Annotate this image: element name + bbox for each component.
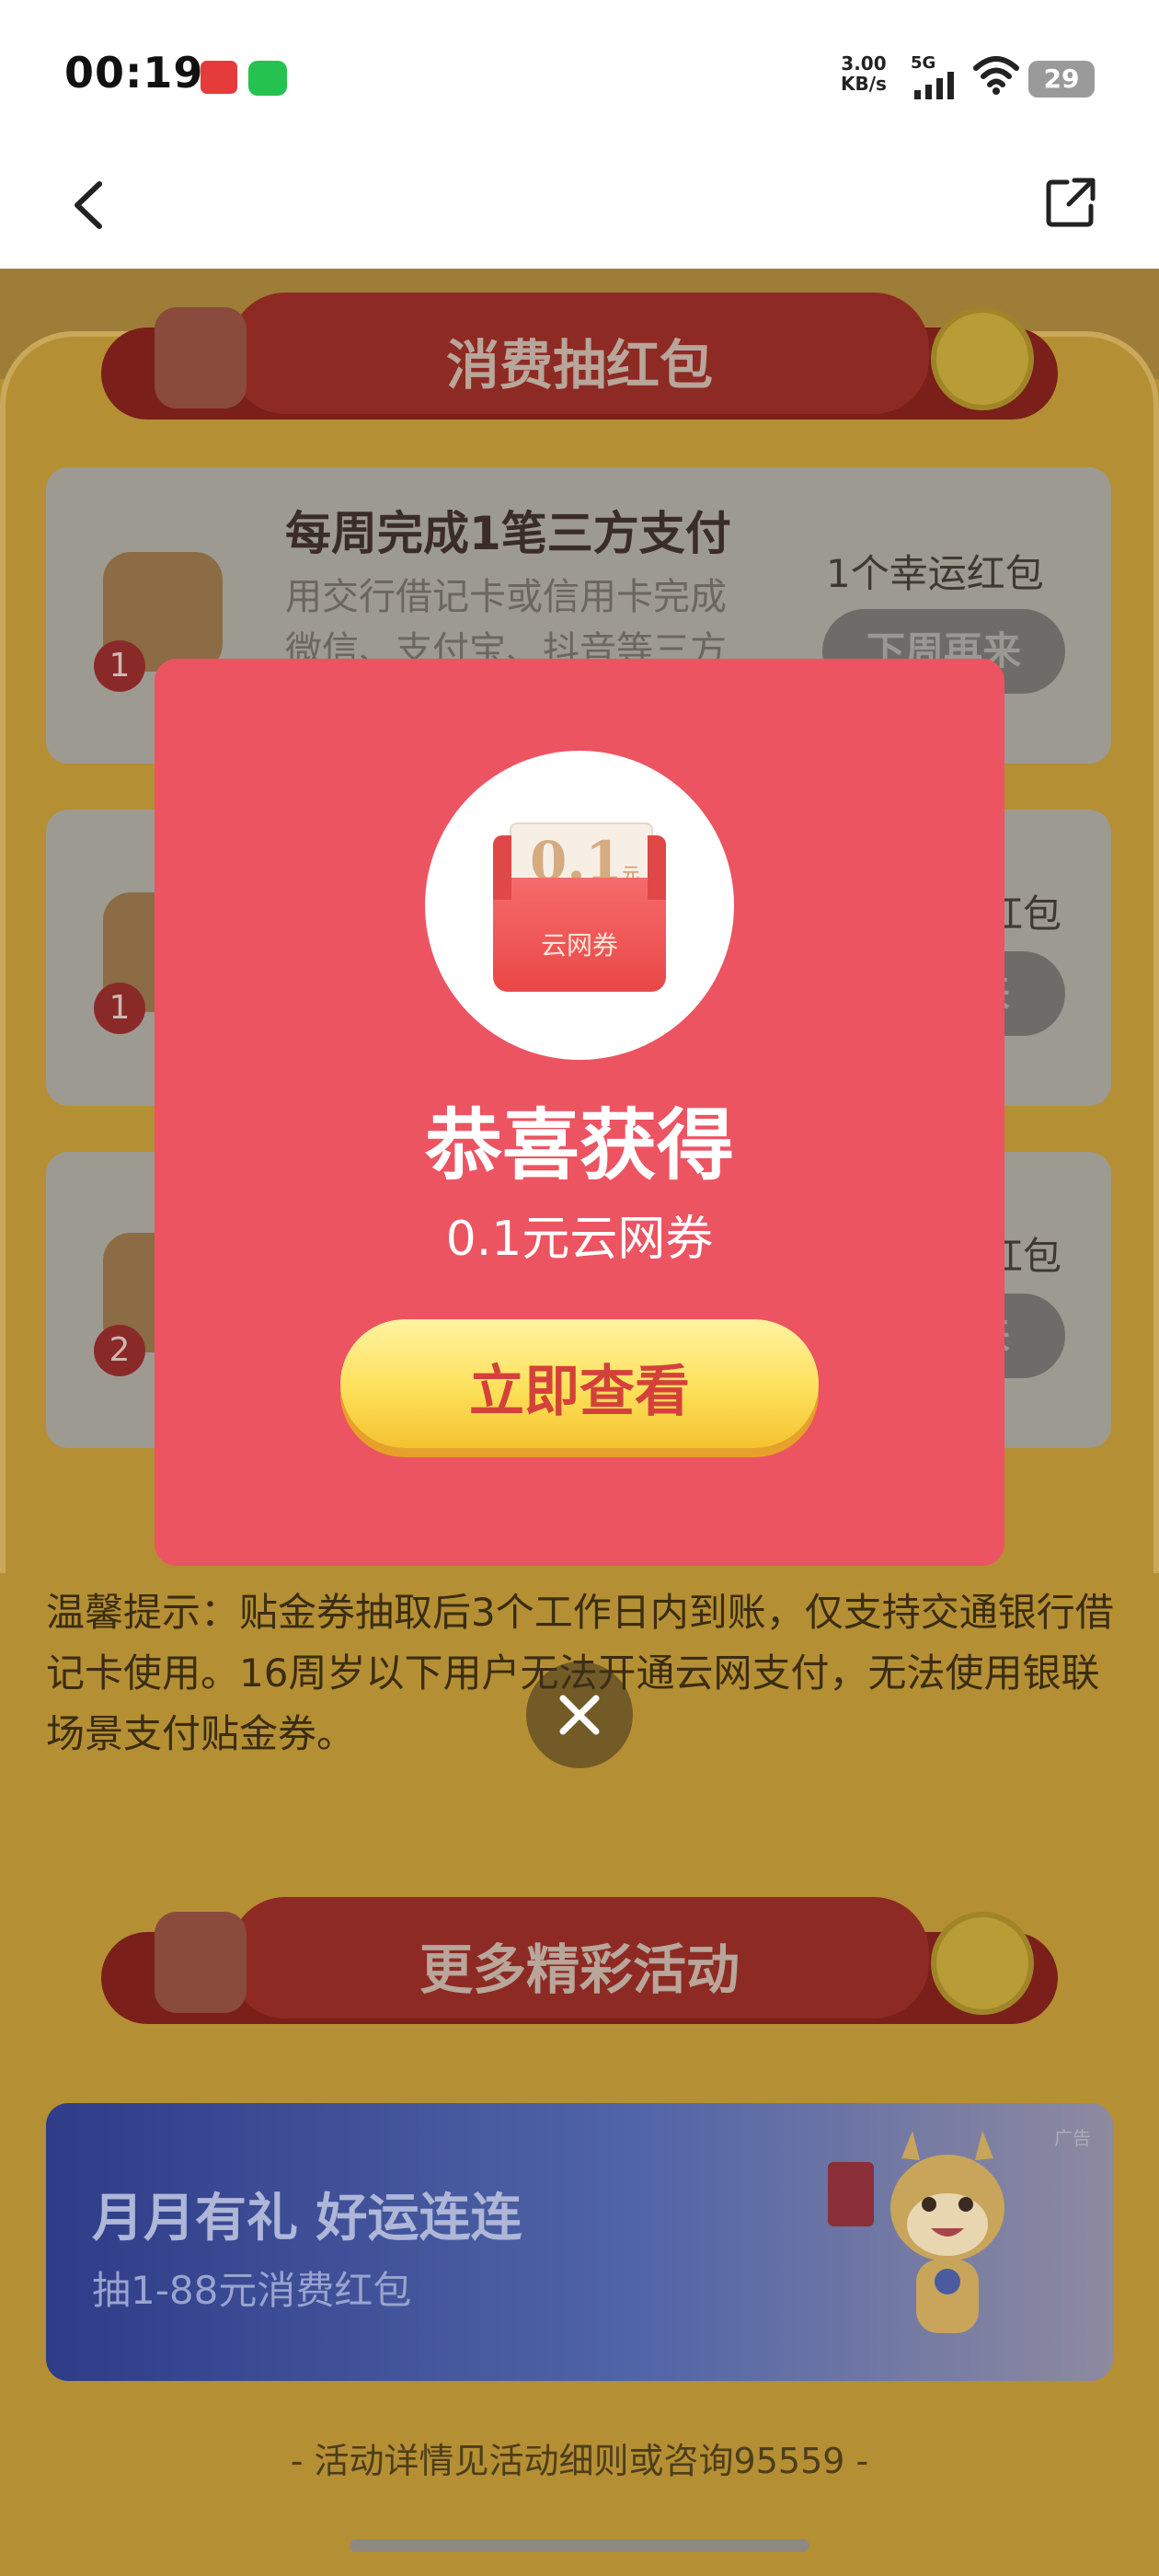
app-notification-icon [201,61,237,94]
task-description-line: 微信、支付宝、抖音等三方 [285,629,727,662]
battery-icon: 29 [1028,61,1095,98]
footer-text: - 活动详情见活动细则或咨询95559 - [290,2441,869,2481]
section-title: 更多精彩活动 [419,1938,740,2001]
task-count-badge: 1 [94,640,145,692]
task-description-line: 用交行借记卡或信用卡完成 [285,576,727,618]
status-time: 00:19 [64,48,204,98]
coin-decoration [931,307,1034,410]
close-icon [559,1695,600,1735]
home-indicator[interactable] [350,2539,809,2552]
signal-icon [914,72,954,99]
task-reward: 1个幸运红包 [826,551,1044,596]
close-button[interactable] [526,1662,633,1768]
task-count-badge: 1 [94,983,145,1034]
ad-tag: 广告 [1054,2127,1091,2149]
share-icon[interactable] [1043,175,1098,230]
task-title: 每周完成1笔三方支付 [285,507,731,560]
envelope-flap-right [648,835,666,900]
mascot-illustration [828,2131,1004,2333]
wifi-icon [973,56,1019,95]
envelope-body: 云网券 [493,878,666,992]
ad-title: 月月有礼 好运连连 [92,2189,522,2248]
wechat-notification-icon [248,61,287,96]
back-icon[interactable] [66,178,110,232]
task-count-badge: 2 [94,1325,145,1376]
modal-subtitle: 0.1元云网券 [445,1212,714,1267]
network-type: 5G [911,53,936,73]
coupon-label: 云网券 [540,930,618,960]
network-speed-value: 3.00 [841,52,887,75]
section-title: 消费抽红包 [445,334,713,397]
view-now-button-label: 立即查看 [469,1360,690,1424]
ad-subtitle: 抽1-88元消费红包 [92,2268,412,2313]
coin-decoration [931,1912,1034,2015]
modal-title: 恭喜获得 [424,1100,734,1190]
nav-bar [0,156,1159,269]
envelope-flap-left [493,835,511,900]
task-description: 用交行借记卡或信用卡完成 微信、支付宝、抖音等三方 [285,570,800,662]
coupon-envelope-icon: 0.1元 云网券 [493,822,666,992]
network-speed-unit: KB/s [841,73,887,95]
network-speed: 3.00 KB/s [841,53,887,94]
